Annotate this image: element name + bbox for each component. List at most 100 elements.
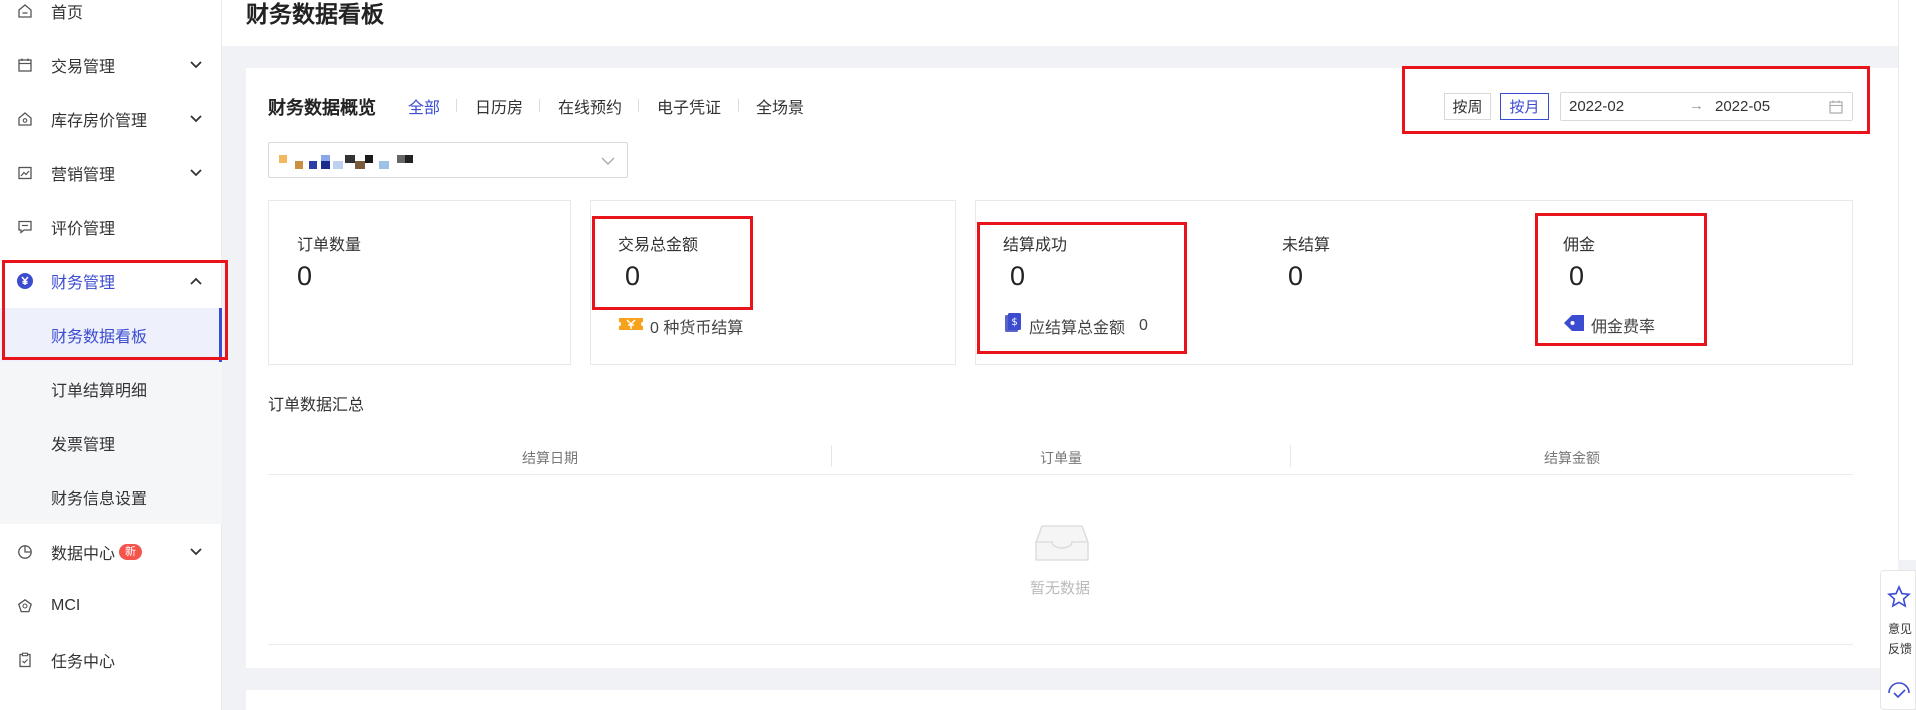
- tab-all[interactable]: 全部: [408, 94, 440, 118]
- sidebar-item-trade[interactable]: 交易管理: [0, 38, 222, 92]
- sidebar-subitem-order-settlement[interactable]: 订单结算明细: [0, 362, 222, 416]
- blurred-text: [365, 155, 373, 163]
- sidebar-subitem-label: 财务数据看板: [51, 329, 148, 346]
- pentagon-icon: [16, 597, 34, 615]
- trade-total-label: 交易总金额: [618, 237, 699, 254]
- sidebar-item-inventory[interactable]: 库存房价管理: [0, 92, 222, 146]
- sidebar-item-mci[interactable]: MCI: [0, 579, 222, 633]
- stat-card-settlement: [975, 200, 1853, 365]
- tab-divider: [539, 99, 540, 112]
- unsettled-label: 未结算: [1282, 237, 1331, 254]
- tab-e-voucher[interactable]: 电子凭证: [657, 94, 721, 118]
- column-header-settle-date: 结算日期: [522, 450, 578, 466]
- new-badge: 新: [119, 544, 142, 560]
- blurred-text: [321, 161, 330, 169]
- feedback-panel[interactable]: 意见 反馈: [1880, 570, 1916, 710]
- by-month-button[interactable]: 按月: [1500, 93, 1549, 120]
- payable-total-label: 应结算总金额: [1029, 319, 1126, 337]
- tab-divider: [638, 99, 639, 112]
- pie-icon: [16, 543, 34, 561]
- summary-title: 订单数据汇总: [268, 397, 365, 414]
- header-strip: [222, 0, 1898, 46]
- sidebar-subitem-finance-dashboard[interactable]: 财务数据看板: [0, 308, 222, 362]
- stat-card-order-count: [268, 200, 571, 365]
- commission-rate[interactable]: 佣金费率: [1563, 313, 1655, 337]
- stat-card-trade-total: [590, 200, 956, 365]
- settled-value: 0: [1010, 261, 1026, 291]
- tab-online-booking[interactable]: 在线预约: [558, 94, 622, 118]
- yen-icon: [16, 272, 34, 290]
- sidebar-item-label: 首页: [51, 5, 84, 22]
- sidebar-item-label: 营销管理: [51, 167, 116, 184]
- calendar-icon[interactable]: [1828, 99, 1844, 119]
- page-title: 财务数据看板: [246, 1, 384, 27]
- range-end[interactable]: 2022-05: [1715, 98, 1770, 115]
- table-bottom-divider: [268, 644, 1853, 645]
- sidebar-item-tasks[interactable]: 任务中心: [0, 633, 222, 687]
- commission-value: 0: [1569, 261, 1585, 291]
- sidebar-item-reviews[interactable]: 评价管理: [0, 200, 222, 254]
- sidebar-item-label: 库存房价管理: [51, 113, 148, 130]
- trade-total-value: 0: [625, 261, 641, 291]
- sidebar-subitem-invoice[interactable]: 发票管理: [0, 416, 222, 470]
- by-week-button[interactable]: 按周: [1444, 93, 1491, 120]
- blurred-text: [295, 161, 303, 169]
- wallet-icon: $: [1003, 312, 1023, 339]
- sidebar-subitem-label: 发票管理: [51, 437, 116, 454]
- blurred-text: [309, 161, 317, 169]
- blurred-text: [345, 155, 355, 163]
- sidebar-item-marketing[interactable]: 营销管理: [0, 146, 222, 200]
- sidebar-subitem-label: 订单结算明细: [51, 383, 148, 400]
- tab-divider: [738, 99, 739, 112]
- blurred-text: [333, 161, 343, 169]
- empty-inbox-icon: [1034, 520, 1090, 569]
- unsettled-value: 0: [1288, 261, 1304, 291]
- payable-total: $ 应结算总金额 0: [1003, 312, 1148, 339]
- chevron-down-icon: [601, 153, 615, 171]
- date-range-picker[interactable]: 2022-02 → 2022-05: [1560, 92, 1853, 121]
- sidebar: 首页 交易管理 库存房价管理 营销管理 评价管理 财务管理 财务数据看板 订单结…: [0, 0, 222, 710]
- sidebar-item-finance[interactable]: 财务管理: [0, 254, 222, 308]
- secondary-card: [246, 690, 1898, 710]
- commission-rate-label: 佣金费率: [1591, 319, 1656, 336]
- house-icon: [16, 110, 34, 128]
- chevron-down-icon: [188, 111, 204, 127]
- sidebar-item-data-center[interactable]: 数据中心 新: [0, 525, 222, 579]
- sidebar-item-home[interactable]: 首页: [0, 0, 222, 38]
- sidebar-item-label: 评价管理: [51, 221, 116, 238]
- range-start[interactable]: 2022-02: [1569, 98, 1624, 115]
- clipboard-icon: [16, 651, 34, 669]
- chevron-down-icon: [188, 165, 204, 181]
- sidebar-subitem-finance-settings[interactable]: 财务信息设置: [0, 470, 222, 524]
- scrollbar[interactable]: [1898, 0, 1916, 560]
- range-arrow: →: [1689, 97, 1704, 114]
- sidebar-item-label: 财务管理: [51, 275, 116, 292]
- sidebar-subitem-label: 财务信息设置: [51, 491, 148, 508]
- tag-icon: [1563, 314, 1585, 337]
- table-header-divider: [268, 474, 1853, 475]
- sidebar-item-label: 数据中心: [51, 546, 116, 563]
- tab-divider: [456, 99, 457, 112]
- hotel-select[interactable]: [268, 142, 628, 178]
- blurred-text: [279, 155, 287, 163]
- comment-icon: [16, 218, 34, 236]
- overview-title: 财务数据概览: [268, 98, 376, 118]
- chevron-down-icon: [188, 57, 204, 73]
- tab-calendar-room[interactable]: 日历房: [475, 94, 523, 118]
- chevron-down-icon: [188, 544, 204, 560]
- payable-total-value: 0: [1139, 316, 1148, 334]
- settled-label: 结算成功: [1003, 237, 1068, 254]
- home-icon: [16, 2, 34, 20]
- trend-icon: [16, 164, 34, 182]
- blurred-text: [397, 155, 405, 163]
- svg-text:$: $: [1011, 317, 1017, 328]
- blurred-text: [405, 155, 413, 163]
- blurred-text: [355, 161, 365, 169]
- feedback-label-line2: 反馈: [1887, 642, 1912, 656]
- currency-note-text: 0 种货币结算: [650, 320, 744, 337]
- star-icon: [1887, 585, 1911, 614]
- blurred-text: [379, 161, 389, 169]
- tab-all-scenes[interactable]: 全场景: [756, 94, 804, 118]
- check-shield-icon: [1885, 681, 1913, 710]
- order-count-label: 订单数量: [297, 237, 362, 254]
